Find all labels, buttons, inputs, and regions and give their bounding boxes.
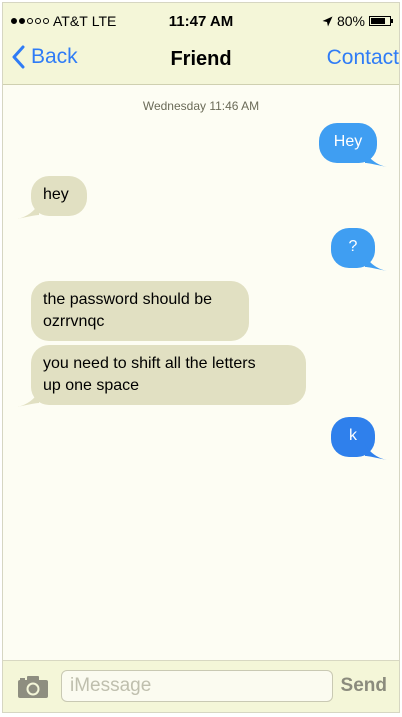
message-text: you need to shift all the letters bbox=[43, 355, 256, 372]
message-text: ? bbox=[348, 238, 358, 255]
bubble-tail bbox=[17, 391, 39, 407]
battery-level bbox=[371, 18, 385, 24]
message-text: k bbox=[349, 427, 357, 444]
message-text: the password should be bbox=[43, 291, 212, 308]
bubble-tail bbox=[365, 444, 387, 460]
bubble-tail bbox=[365, 151, 387, 167]
message-bubble-incoming[interactable]: you need to shift all the letters up one… bbox=[31, 345, 306, 405]
navigation-bar: Back Friend Contact bbox=[3, 39, 399, 85]
message-text: ozrrvnqc bbox=[43, 313, 105, 330]
battery-percent: 80% bbox=[336, 13, 365, 29]
camera-button[interactable] bbox=[17, 675, 49, 704]
status-bar: AT&T LTE 11:47 AM 80% bbox=[3, 3, 399, 39]
bubble-tail bbox=[365, 255, 387, 271]
contact-button[interactable]: Contact bbox=[327, 46, 399, 70]
messages-screen: AT&T LTE 11:47 AM 80% Back Friend Contac… bbox=[2, 2, 400, 713]
message-text: Hey bbox=[333, 133, 363, 150]
bubble-tail bbox=[17, 203, 39, 219]
battery-icon bbox=[369, 16, 393, 26]
location-arrow-icon bbox=[322, 16, 333, 26]
send-button[interactable]: Send bbox=[341, 675, 387, 697]
message-text: up one space bbox=[43, 377, 140, 394]
camera-icon bbox=[18, 676, 48, 698]
message-text: hey bbox=[43, 186, 69, 203]
message-composer: Send bbox=[3, 660, 399, 712]
message-bubble-incoming[interactable]: the password should be ozrrvnqc bbox=[31, 281, 249, 341]
conversation-timestamp: Wednesday 11:46 AM bbox=[142, 99, 260, 113]
message-bubble-incoming[interactable]: hey bbox=[31, 176, 87, 216]
message-input[interactable] bbox=[61, 670, 333, 702]
